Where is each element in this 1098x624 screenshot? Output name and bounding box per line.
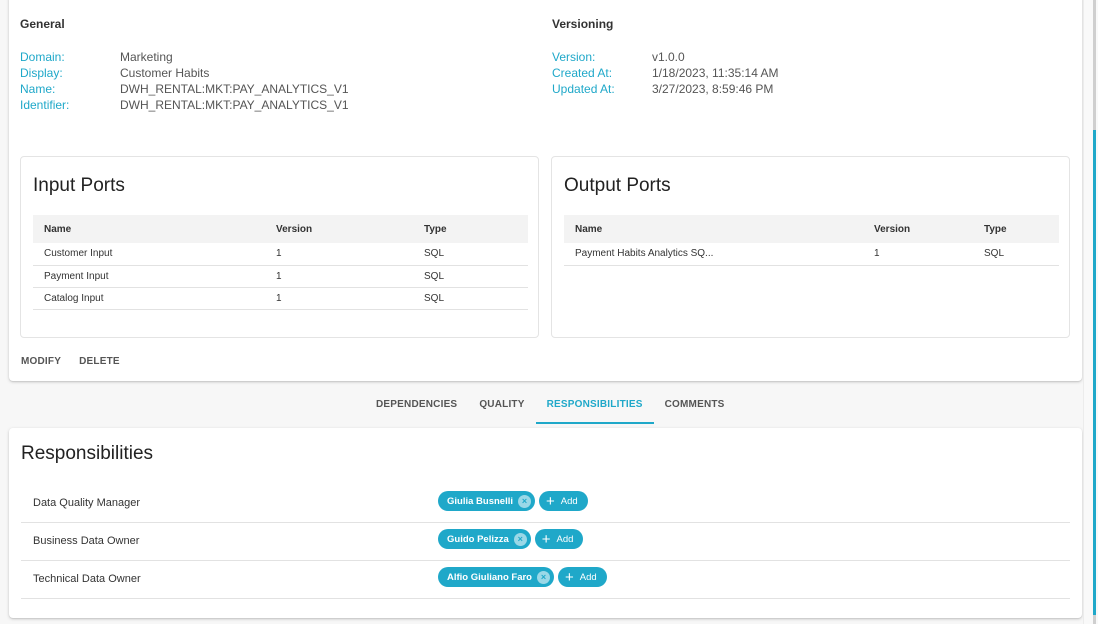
add-assignee-button[interactable]: + Add	[534, 529, 584, 549]
tab-quality[interactable]: QUALITY	[468, 391, 535, 424]
column-header-type[interactable]: Type	[973, 215, 1059, 243]
port-name: Payment Habits Analytics SQ...	[564, 243, 863, 266]
versioning-fields: Version: v1.0.0 Created At: 1/18/2023, 1…	[552, 49, 779, 97]
data-product-details-card: General Domain: Marketing Display: Custo…	[9, 0, 1082, 381]
tab-dependencies[interactable]: DEPENDENCIES	[365, 391, 468, 424]
table-header-row: Name Version Type	[33, 215, 528, 243]
assignee-chips: Giulia Busnelli × + Add	[438, 491, 588, 511]
general-section-title: General	[20, 17, 65, 31]
role-label: Data Quality Manager	[33, 497, 140, 509]
add-label: Add	[560, 495, 578, 507]
port-type: SQL	[973, 243, 1059, 266]
add-assignee-button[interactable]: + Add	[539, 491, 588, 511]
field-value: Marketing	[120, 50, 173, 64]
field-label: Display:	[20, 66, 63, 80]
assignee-name: Giulia Busnelli	[447, 495, 513, 507]
modify-button[interactable]: MODIFY	[21, 356, 61, 367]
field-label: Version:	[552, 50, 596, 64]
input-ports-card: Input Ports Name Version Type Customer I…	[20, 156, 539, 338]
assignee-chip[interactable]: Guido Pelizza ×	[438, 529, 531, 549]
assignee-name: Guido Pelizza	[447, 533, 509, 545]
field-value: Customer Habits	[120, 66, 210, 80]
tab-comments[interactable]: COMMENTS	[654, 391, 736, 424]
input-ports-title: Input Ports	[33, 175, 125, 196]
general-field-display: Display: Customer Habits	[20, 65, 349, 81]
remove-chip-icon[interactable]: ×	[518, 494, 531, 508]
field-label: Domain:	[20, 50, 65, 64]
responsibilities-title: Responsibilities	[21, 443, 154, 464]
responsibility-row: Data Quality Manager Giulia Busnelli × +…	[21, 485, 1070, 523]
port-type: SQL	[413, 265, 528, 288]
role-label: Technical Data Owner	[33, 573, 141, 585]
field-value: 3/27/2023, 8:59:46 PM	[652, 82, 774, 96]
versioning-field-version: Version: v1.0.0	[552, 49, 779, 65]
assignee-name: Alfio Giuliano Faro	[447, 571, 532, 583]
general-fields: Domain: Marketing Display: Customer Habi…	[20, 49, 349, 113]
table-row[interactable]: Customer Input 1 SQL	[33, 243, 528, 266]
remove-chip-icon[interactable]: ×	[513, 532, 527, 546]
output-ports-title: Output Ports	[564, 175, 671, 196]
table-row[interactable]: Catalog Input 1 SQL	[33, 287, 528, 310]
general-field-identifier: Identifier: DWH_RENTAL:MKT:PAY_ANALYTICS…	[20, 97, 349, 113]
field-value: DWH_RENTAL:MKT:PAY_ANALYTICS_V1	[120, 82, 349, 96]
assignee-chips: Alfio Giuliano Faro × + Add	[438, 567, 607, 587]
remove-chip-icon[interactable]: ×	[536, 570, 550, 584]
add-label: Add	[579, 571, 597, 583]
column-header-name[interactable]: Name	[564, 215, 863, 243]
field-label: Name:	[20, 82, 56, 96]
column-header-version[interactable]: Version	[863, 215, 973, 243]
output-ports-table: Name Version Type Payment Habits Analyti…	[564, 215, 1059, 266]
field-label: Identifier:	[20, 98, 70, 112]
assignee-chip[interactable]: Alfio Giuliano Faro ×	[438, 567, 554, 587]
versioning-field-updated-at: Updated At: 3/27/2023, 8:59:46 PM	[552, 81, 779, 97]
assignee-chip[interactable]: Giulia Busnelli ×	[438, 491, 535, 511]
port-name: Customer Input	[33, 243, 265, 266]
add-assignee-button[interactable]: + Add	[557, 567, 607, 587]
field-label: Updated At:	[552, 82, 615, 96]
role-label: Business Data Owner	[33, 535, 140, 547]
plus-icon: +	[546, 492, 555, 510]
field-label: Created At:	[552, 66, 613, 80]
input-ports-table: Name Version Type Customer Input 1 SQL P…	[33, 215, 528, 310]
port-version: 1	[265, 287, 413, 310]
responsibilities-card: Responsibilities Data Quality Manager Gi…	[9, 428, 1082, 618]
port-name: Payment Input	[33, 265, 265, 288]
vertical-scrollbar[interactable]	[1083, 0, 1098, 624]
general-field-name: Name: DWH_RENTAL:MKT:PAY_ANALYTICS_V1	[20, 81, 349, 97]
column-header-version[interactable]: Version	[265, 215, 413, 243]
page: General Domain: Marketing Display: Custo…	[0, 0, 1083, 624]
port-type: SQL	[413, 287, 528, 310]
card-actions: MODIFY DELETE	[21, 356, 120, 367]
detail-tabs: DEPENDENCIES QUALITY RESPONSIBILITIES CO…	[365, 391, 736, 424]
field-value: 1/18/2023, 11:35:14 AM	[652, 66, 779, 80]
assignee-chips: Guido Pelizza × + Add	[438, 529, 584, 549]
table-header-row: Name Version Type	[564, 215, 1059, 243]
scrollbar-thumb[interactable]	[1093, 130, 1096, 615]
table-row[interactable]: Payment Habits Analytics SQ... 1 SQL	[564, 243, 1059, 266]
port-version: 1	[265, 243, 413, 266]
plus-icon: +	[541, 530, 551, 548]
versioning-field-created-at: Created At: 1/18/2023, 11:35:14 AM	[552, 65, 779, 81]
responsibility-row: Business Data Owner Guido Pelizza × + Ad…	[21, 523, 1070, 561]
add-label: Add	[556, 533, 574, 545]
plus-icon: +	[564, 568, 574, 586]
column-header-type[interactable]: Type	[413, 215, 528, 243]
table-row[interactable]: Payment Input 1 SQL	[33, 265, 528, 288]
column-header-name[interactable]: Name	[33, 215, 265, 243]
responsibility-row: Technical Data Owner Alfio Giuliano Faro…	[21, 561, 1070, 599]
versioning-section-title: Versioning	[552, 17, 614, 31]
port-version: 1	[863, 243, 973, 266]
tab-responsibilities[interactable]: RESPONSIBILITIES	[535, 391, 654, 424]
field-value: v1.0.0	[652, 50, 685, 64]
general-field-domain: Domain: Marketing	[20, 49, 349, 65]
output-ports-card: Output Ports Name Version Type Payment H…	[551, 156, 1070, 338]
delete-button[interactable]: DELETE	[79, 356, 120, 367]
port-name: Catalog Input	[33, 287, 265, 310]
port-type: SQL	[413, 243, 528, 266]
port-version: 1	[265, 265, 413, 288]
field-value: DWH_RENTAL:MKT:PAY_ANALYTICS_V1	[120, 98, 349, 112]
